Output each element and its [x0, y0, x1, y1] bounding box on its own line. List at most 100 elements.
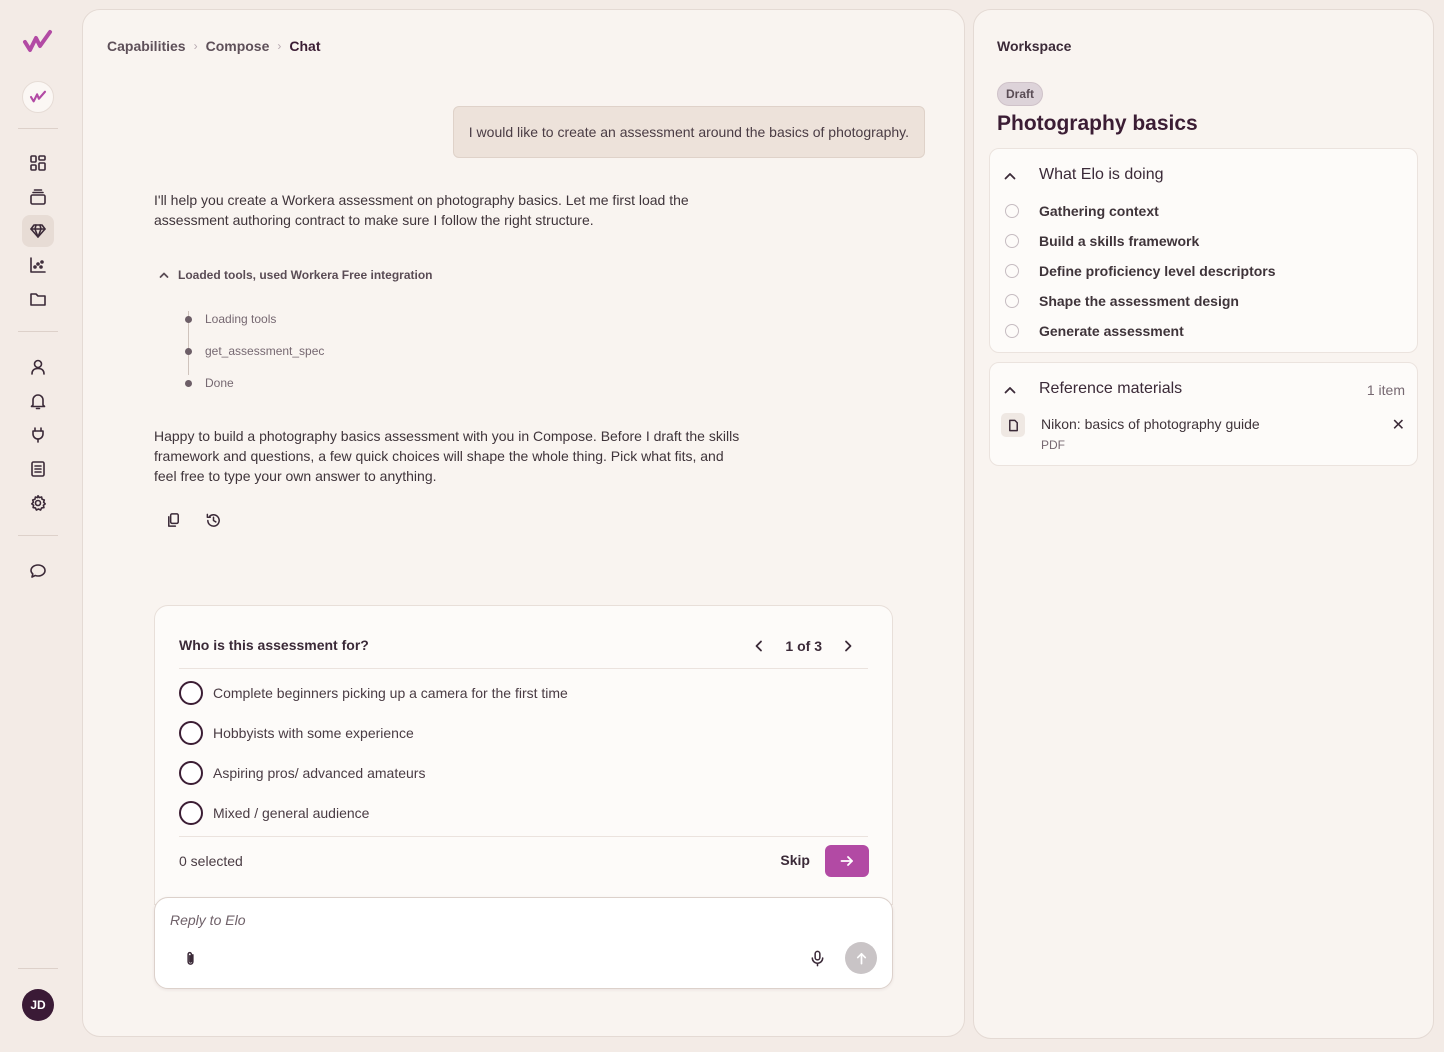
plug-icon: [32, 427, 44, 443]
selected-count: 0 selected: [179, 853, 243, 869]
reference-item[interactable]: Nikon: basics of photography guide PDF ✕: [1001, 411, 1405, 459]
paperclip-icon: [186, 951, 194, 965]
sidebar-item-library[interactable]: [22, 181, 54, 213]
breadcrumb-chevron-icon: ›: [277, 39, 282, 53]
reference-count: 1 item: [1366, 382, 1405, 398]
option-label: Hobbyists with some experience: [213, 725, 414, 741]
assistant-followup-text: Happy to build a photography basics asse…: [154, 428, 740, 484]
pending-circle-icon: [1005, 204, 1019, 218]
workspace-panel: Workspace Draft Photography basics What …: [973, 9, 1434, 1039]
timeline-dot-icon: [185, 315, 192, 323]
breadcrumb-compose[interactable]: Compose: [206, 38, 270, 54]
sidebar-divider: [18, 331, 58, 332]
stack-icon: [30, 189, 46, 205]
progress-step: Shape the assessment design: [1005, 291, 1239, 311]
reference-materials-toggle[interactable]: Reference materials 1 item: [990, 363, 1417, 415]
question-title: Who is this assessment for?: [179, 637, 369, 653]
tool-step-label: get_assessment_spec: [205, 344, 325, 358]
skip-button[interactable]: Skip: [780, 852, 810, 868]
chat-panel: Capabilities › Compose › Chat I would li…: [82, 9, 965, 1037]
sidebar-divider: [18, 968, 58, 969]
option-aspiring-pros[interactable]: Aspiring pros/ advanced amateurs: [179, 760, 425, 786]
next-question-button[interactable]: [836, 634, 860, 658]
user-message: I would like to create an assessment aro…: [452, 106, 925, 158]
chat-icon: [30, 564, 46, 578]
option-mixed-audience[interactable]: Mixed / general audience: [179, 800, 369, 826]
pending-circle-icon: [1005, 234, 1019, 248]
document-icon: [1001, 413, 1025, 437]
tools-summary-toggle[interactable]: Loaded tools, used Workera Free integrat…: [158, 268, 433, 282]
progress-step: Gathering context: [1005, 201, 1159, 221]
divider: [179, 668, 868, 669]
sidebar-item-people[interactable]: [22, 351, 54, 383]
microphone-icon: [811, 950, 823, 966]
microphone-button[interactable]: [805, 946, 829, 970]
sidebar-item-notifications[interactable]: [22, 385, 54, 417]
tools-summary-label: Loaded tools, used Workera Free integrat…: [178, 268, 433, 282]
tool-step-label: Done: [205, 376, 234, 390]
option-complete-beginners[interactable]: Complete beginners picking up a camera f…: [179, 680, 568, 706]
progress-step: Generate assessment: [1005, 321, 1184, 341]
elo-progress-toggle[interactable]: What Elo is doing: [990, 149, 1417, 201]
elo-progress-card: What Elo is doing Gathering context Buil…: [989, 148, 1418, 353]
pending-circle-icon: [1005, 264, 1019, 278]
radio-icon[interactable]: [179, 761, 203, 785]
history-button[interactable]: [201, 508, 225, 532]
remove-reference-close-icon[interactable]: ✕: [1392, 415, 1405, 435]
submit-answer-button[interactable]: [825, 845, 869, 877]
send-button[interactable]: [845, 942, 877, 974]
option-label: Mixed / general audience: [213, 805, 370, 821]
bell-icon: [30, 394, 46, 410]
radio-icon[interactable]: [179, 681, 203, 705]
pending-circle-icon: [1005, 324, 1019, 338]
divider: [179, 836, 868, 837]
step-label: Shape the assessment design: [1039, 293, 1239, 309]
option-hobbyists[interactable]: Hobbyists with some experience: [179, 720, 414, 746]
radio-icon[interactable]: [179, 721, 203, 745]
reference-name: Nikon: basics of photography guide: [1041, 416, 1260, 432]
sidebar-item-reports[interactable]: [22, 453, 54, 485]
reply-box: [154, 897, 893, 989]
folder-icon: [30, 293, 46, 306]
org-avatar[interactable]: [22, 81, 54, 113]
reply-input[interactable]: [170, 910, 770, 930]
dashboard-icon: [30, 155, 46, 171]
gem-icon: [30, 224, 46, 238]
tool-step: Done: [183, 367, 324, 399]
copy-icon: [167, 512, 179, 527]
gear-icon: [31, 495, 46, 511]
breadcrumb: Capabilities › Compose › Chat: [107, 38, 321, 54]
arrow-right-icon: [840, 856, 853, 866]
progress-step: Define proficiency level descriptors: [1005, 261, 1276, 281]
question-pager: 1 of 3: [747, 634, 860, 658]
chevron-up-icon: [1004, 387, 1016, 394]
user-icon: [31, 359, 45, 375]
sidebar-item-settings[interactable]: [22, 487, 54, 519]
previous-question-button[interactable]: [747, 634, 771, 658]
list-icon: [31, 461, 45, 477]
copy-button[interactable]: [161, 508, 185, 532]
workspace-title: Photography basics: [997, 112, 1198, 135]
analytics-icon: [30, 257, 46, 273]
step-label: Gathering context: [1039, 203, 1159, 219]
option-label: Aspiring pros/ advanced amateurs: [213, 765, 426, 781]
timeline-dot-icon: [185, 347, 192, 355]
tool-step: get_assessment_spec: [183, 335, 324, 367]
sidebar-item-analytics[interactable]: [22, 249, 54, 281]
sidebar-item-files[interactable]: [22, 283, 54, 315]
radio-icon[interactable]: [179, 801, 203, 825]
pending-circle-icon: [1005, 294, 1019, 308]
sidebar-item-chat[interactable]: [22, 555, 54, 587]
status-badge: Draft: [997, 82, 1044, 106]
user-avatar[interactable]: JD: [22, 989, 54, 1021]
sidebar-item-integrations[interactable]: [22, 419, 54, 451]
sidebar-item-capabilities[interactable]: [22, 215, 54, 247]
breadcrumb-chevron-icon: ›: [193, 39, 198, 53]
chevron-up-icon: [1004, 173, 1016, 180]
breadcrumb-capabilities[interactable]: Capabilities: [107, 38, 186, 54]
attach-button[interactable]: [178, 946, 202, 970]
arrow-up-icon: [856, 952, 866, 964]
workera-logo-icon[interactable]: [22, 28, 54, 56]
reference-type: PDF: [1041, 438, 1065, 452]
sidebar-item-dashboard[interactable]: [22, 147, 54, 179]
